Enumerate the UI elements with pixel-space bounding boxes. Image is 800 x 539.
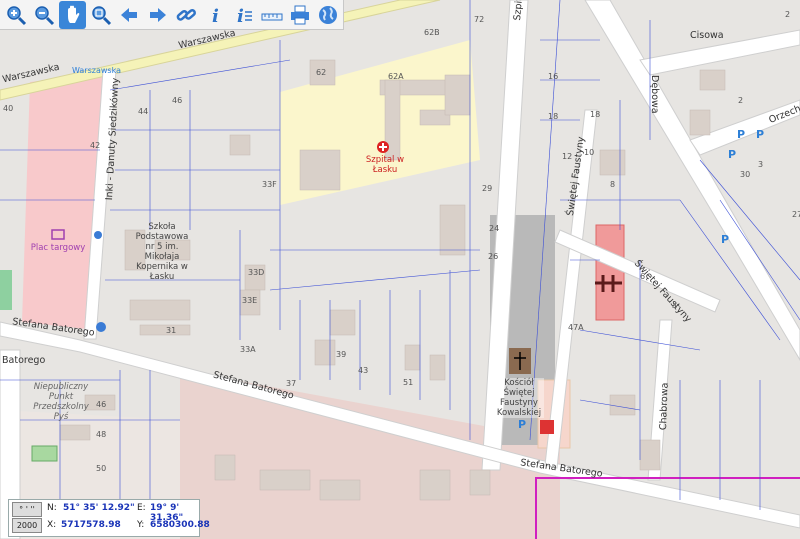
lot-number: 46: [96, 400, 107, 409]
lot-number: 44: [138, 107, 149, 116]
lot-number: 18: [590, 110, 601, 119]
lot-number: 12: [562, 152, 573, 161]
poi-label-kindergarten: Niepubliczny Punkt Przedszkolny Pyś: [33, 382, 89, 422]
lot-number: 6: [640, 272, 646, 281]
svg-text:P: P: [721, 233, 729, 246]
svg-text:P: P: [737, 128, 745, 141]
lot-number: 43: [358, 366, 369, 375]
y-value: 6580300.88: [150, 520, 210, 530]
y-label: Y:: [137, 520, 145, 530]
zoom-out-icon: [35, 5, 55, 25]
lot-number: 26: [488, 252, 499, 261]
lot-number: 47A: [568, 323, 584, 332]
lot-number: 4: [672, 302, 678, 311]
lot-number: 62A: [388, 72, 404, 81]
lot-number: 48: [96, 430, 107, 439]
lot-number: 72: [474, 15, 485, 24]
pan-button[interactable]: [58, 0, 87, 29]
hand-icon: [67, 5, 79, 23]
svg-text:i: i: [237, 6, 244, 26]
back-button[interactable]: [116, 1, 143, 29]
globe-button[interactable]: [315, 1, 342, 29]
lot-number: 33D: [248, 268, 265, 277]
lot-number: 16: [548, 72, 559, 81]
zoom-window-icon: [92, 5, 112, 25]
info-list-icon: i: [237, 6, 253, 26]
svg-text:P: P: [518, 418, 526, 431]
link-icon: [176, 8, 197, 21]
lot-number: 18: [548, 112, 559, 121]
svg-text:P: P: [756, 128, 764, 141]
kindergarten-icon: [31, 445, 58, 462]
zoom-window-button[interactable]: [87, 1, 114, 29]
lot-number: 10: [584, 148, 595, 157]
print-button[interactable]: [286, 1, 313, 29]
zoom-in-button[interactable]: [2, 1, 29, 29]
lot-number: 2: [785, 10, 791, 19]
zoom-in-icon: [6, 5, 26, 25]
lot-number: 29: [482, 184, 493, 193]
arrow-left-icon: [121, 7, 138, 22]
coordinate-panel: ° ' '' 2000 N: 51° 35' 12.92" E: 19° 9' …: [8, 499, 210, 537]
poi-label-school: Szkoła Podstawowa nr 5 im. Mikołaja Kope…: [135, 222, 189, 282]
lot-number: 62B: [424, 28, 440, 37]
lot-number: 8: [610, 180, 616, 189]
green-area: [0, 270, 12, 310]
x-label: X:: [47, 520, 57, 530]
lot-number: 37: [286, 379, 297, 388]
lot-number: 62: [316, 68, 327, 77]
lot-number: 24: [489, 224, 500, 233]
lot-number: 33F: [262, 180, 277, 189]
lot-number: 33A: [240, 345, 256, 354]
street-label-chabrowa: Chabrowa: [658, 382, 671, 431]
poi-label-hospital: Szpital w Łasku: [365, 155, 405, 175]
street-label-batorego-left: Batorego: [2, 355, 46, 366]
globe-icon: [319, 5, 338, 24]
medical-icon: [540, 420, 554, 434]
map-toolbar: i i: [0, 0, 344, 30]
bus-stop-icon-2: [94, 231, 102, 239]
epsg-button[interactable]: 2000: [12, 518, 42, 533]
poi-label-church: Kościół Świętej Faustyny Kowalskiej: [494, 378, 544, 418]
lot-number: 30: [740, 170, 751, 179]
lot-number: 2: [738, 96, 744, 105]
lot-number: 50: [96, 464, 107, 473]
latitude-label: N:: [47, 503, 57, 513]
info-icon: i: [212, 6, 219, 26]
lot-number: 27: [792, 210, 800, 219]
ruler-icon: [261, 13, 282, 20]
lot-number: 31: [166, 326, 177, 335]
longitude-label: E:: [137, 503, 146, 513]
bus-stop-icon: [96, 322, 106, 332]
lot-number: 51: [403, 378, 414, 387]
street-label-debowa: Dębowa: [649, 75, 660, 114]
street-label-warszawska-blue: Warszawska: [72, 66, 121, 75]
street-label-cisowa: Cisowa: [690, 30, 724, 41]
svg-text:i: i: [212, 6, 219, 26]
lot-number: 40: [3, 104, 14, 113]
lot-number: 46: [172, 96, 183, 105]
lot-number: 42: [90, 141, 101, 150]
info-list-button[interactable]: i: [229, 1, 256, 29]
arrow-right-icon: [149, 7, 166, 22]
selected-parcel[interactable]: [595, 224, 625, 321]
measure-button[interactable]: [258, 1, 285, 29]
unit-toggle-button[interactable]: ° ' '': [12, 502, 42, 517]
lot-number: 39: [336, 350, 347, 359]
latitude-value: 51° 35' 12.92": [63, 503, 135, 513]
lot-number: 33E: [242, 296, 258, 305]
poi-label-market: Plac targowy: [30, 243, 86, 253]
printer-icon: [290, 5, 309, 24]
svg-text:P: P: [728, 148, 736, 161]
forward-button[interactable]: [144, 1, 171, 29]
info-button[interactable]: i: [201, 1, 228, 29]
lot-number: 3: [758, 160, 764, 169]
zoom-out-button[interactable]: [30, 1, 57, 29]
link-button[interactable]: [173, 1, 200, 29]
x-value: 5717578.98: [61, 520, 121, 530]
